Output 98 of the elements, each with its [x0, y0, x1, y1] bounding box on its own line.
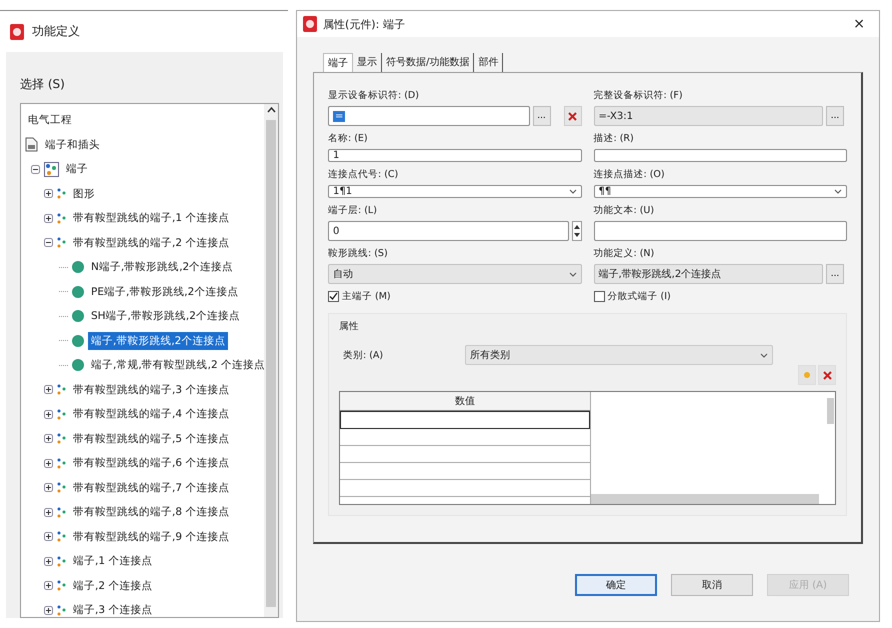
expand-icon[interactable]	[44, 508, 53, 517]
collapse-icon[interactable]	[31, 164, 40, 174]
tree-item[interactable]: 端子,带鞍形跳线,2个连接点	[88, 332, 228, 350]
delete-icon[interactable]	[568, 112, 577, 120]
tree-item[interactable]: 端子,2 个连接点	[70, 576, 156, 595]
spinner-icon[interactable]	[572, 221, 582, 241]
expand-icon[interactable]	[44, 532, 53, 542]
dots-icon	[57, 604, 66, 616]
tree-label: 选择 (S)	[20, 76, 66, 93]
dots-icon	[57, 188, 66, 200]
tree-item[interactable]: 电气工程	[25, 111, 75, 130]
terminal-category-icon	[44, 162, 59, 177]
group-title: 属性	[339, 320, 360, 333]
expand-icon[interactable]	[44, 410, 53, 419]
dialog-title: 属性(元件): 端子	[323, 16, 406, 32]
tree-item[interactable]: 端子和插头	[42, 136, 103, 154]
selected-table-row[interactable]	[340, 411, 590, 429]
variant-dot-icon	[72, 334, 84, 347]
variant-dot-icon	[72, 286, 84, 298]
field-label: 完整设备标识符: (F)	[594, 89, 684, 102]
dialog-button[interactable]: 确定	[575, 574, 657, 596]
window-title: 功能定义	[32, 23, 80, 40]
dropdown-caret-icon[interactable]	[760, 352, 768, 358]
column-header: 数值	[340, 392, 590, 411]
tree-item[interactable]: 带有鞍型跳线的端子,1 个连接点	[70, 209, 232, 228]
variant-dot-icon	[72, 359, 84, 372]
tree-item[interactable]: 带有鞍型跳线的端子,9 个连接点	[70, 528, 232, 546]
tree-item[interactable]: 带有鞍型跳线的端子,8 个连接点	[70, 503, 232, 522]
tree-item[interactable]: 端子,3 个连接点	[70, 601, 156, 617]
dots-icon	[57, 482, 66, 494]
field-label: 功能文本: (U)	[594, 204, 656, 217]
checkbox[interactable]	[328, 291, 339, 302]
expand-icon[interactable]	[44, 483, 53, 492]
text-field[interactable]	[594, 149, 847, 162]
dots-icon	[57, 237, 66, 248]
dialog-button[interactable]: 取消	[671, 574, 753, 596]
collapse-icon[interactable]	[44, 238, 53, 248]
checkbox[interactable]	[594, 291, 604, 302]
tree-item[interactable]: 带有鞍型跳线的端子,6 个连接点	[70, 454, 232, 472]
dropdown[interactable]: ¶¶	[594, 185, 847, 198]
tree-item[interactable]: 端子	[63, 160, 91, 178]
field-label: 类别: (A)	[343, 348, 384, 362]
tree-item[interactable]: 带有鞍型跳线的端子,2 个连接点	[70, 234, 232, 252]
field-label: 功能定义: (N)	[594, 247, 656, 260]
variant-dot-icon	[72, 310, 84, 322]
tree-item[interactable]: 带有鞍型跳线的端子,5 个连接点	[70, 430, 232, 448]
dots-icon	[57, 433, 66, 444]
close-button[interactable]: ×	[853, 16, 873, 32]
dots-icon	[57, 384, 66, 396]
expand-icon[interactable]	[44, 385, 53, 394]
tree-item[interactable]: 图形	[70, 184, 98, 203]
dots-icon	[57, 458, 66, 469]
tree-item[interactable]: 端子,1 个连接点	[70, 552, 156, 570]
scrollbar[interactable]	[264, 104, 278, 617]
field-label: 显示设备标识符: (D)	[328, 89, 420, 102]
expand-icon[interactable]	[44, 606, 53, 615]
expand-icon[interactable]	[44, 434, 53, 444]
expand-icon[interactable]	[44, 214, 53, 223]
tree-item[interactable]: PE端子,带鞍形跳线,2个连接点	[88, 282, 242, 301]
field-label: 描述: (R)	[594, 132, 635, 145]
tree-item[interactable]: 带有鞍型跳线的端子,3 个连接点	[70, 380, 232, 399]
dropdown-caret-icon[interactable]	[834, 189, 842, 194]
checkbox-label: 分散式端子 (I)	[608, 290, 671, 303]
expand-icon[interactable]	[44, 581, 53, 590]
expand-icon[interactable]	[44, 458, 53, 468]
variant-dot-icon	[72, 261, 84, 274]
dots-icon	[57, 531, 66, 542]
dots-icon	[57, 408, 66, 420]
field-label: 连接点代号: (C)	[328, 168, 400, 181]
dots-icon	[57, 212, 66, 224]
field-label: 连接点描述: (O)	[594, 168, 666, 181]
number-field[interactable]: 0	[328, 221, 568, 241]
dots-icon	[57, 506, 66, 518]
dropdown[interactable]: 所有类别	[465, 345, 773, 365]
field-label: 鞍形跳线: (S)	[328, 247, 389, 260]
field-label: 名称: (E)	[328, 132, 369, 145]
field-label: 端子层: (L)	[328, 204, 378, 217]
expand-icon[interactable]	[44, 189, 53, 198]
app-icon	[10, 24, 24, 40]
tab[interactable]: 端子	[323, 53, 353, 72]
tree-item[interactable]: N端子,带鞍形跳线,2个连接点	[88, 258, 236, 276]
text-field[interactable]: =	[328, 106, 530, 126]
app-icon	[303, 16, 317, 32]
text-field[interactable]: 1	[328, 149, 582, 162]
text-field[interactable]	[594, 221, 847, 241]
tree-item[interactable]: 带有鞍型跳线的端子,4 个连接点	[70, 405, 232, 424]
dropdown-caret-icon[interactable]	[568, 189, 576, 194]
clear-button[interactable]	[564, 106, 582, 126]
horizontal-scrollbar[interactable]	[591, 494, 819, 504]
browse-button[interactable]: ...	[532, 106, 550, 126]
tree-item[interactable]: SH端子,带鞍形跳线,2个连接点	[88, 307, 243, 326]
tree-item[interactable]: 带有鞍型跳线的端子,7 个连接点	[70, 478, 232, 497]
dots-icon	[57, 556, 66, 567]
checkbox-label: 主端子 (M)	[342, 290, 391, 303]
dots-icon	[57, 580, 66, 592]
document-icon	[25, 137, 38, 152]
expand-icon[interactable]	[44, 556, 53, 566]
dropdown[interactable]: 1¶1	[328, 185, 582, 198]
